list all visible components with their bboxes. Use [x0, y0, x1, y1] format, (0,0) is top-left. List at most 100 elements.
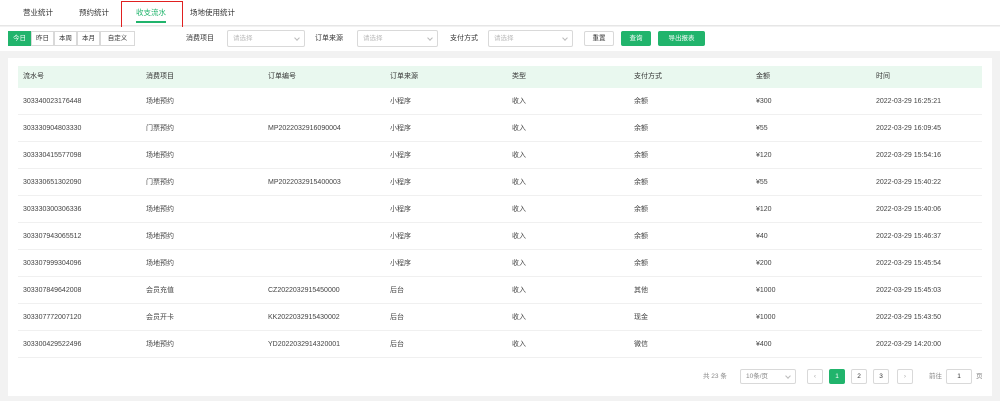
page-2-button[interactable]: 2 — [851, 369, 867, 384]
cell-serial: 303300429522496 — [23, 341, 82, 348]
cell-payment: 余额 — [634, 152, 648, 159]
cell-item: 场地预约 — [146, 260, 174, 267]
cell-time: 2022-03-29 15:46:37 — [876, 233, 941, 240]
order-source-select[interactable]: 请选择 — [357, 30, 438, 47]
cell-source: 小程序 — [390, 233, 411, 240]
cashflow-panel: 流水号 消费项目 订单编号 订单来源 类型 支付方式 金额 时间 3033400… — [8, 58, 992, 396]
table-row: 303340023176448 场地预约 小程序 收入 余额 ¥300 2022… — [18, 88, 982, 115]
table-row: 303307772007120 会员开卡 KK2022032915430002 … — [18, 304, 982, 331]
total-count: 共 23 条 — [703, 373, 727, 380]
cell-type: 收入 — [512, 314, 526, 321]
table-row: 303307943065512 场地预约 小程序 收入 余额 ¥40 2022-… — [18, 223, 982, 250]
chevron-down-icon — [562, 35, 568, 41]
cell-source: 小程序 — [390, 125, 411, 132]
cell-type: 收入 — [512, 233, 526, 240]
cell-payment: 余额 — [634, 260, 648, 267]
consume-item-label: 消费项目 — [186, 35, 214, 42]
order-source-label: 订单来源 — [315, 35, 343, 42]
export-report-button[interactable]: 导出报表 — [658, 31, 705, 46]
goto-page-input[interactable]: 1 — [946, 369, 972, 384]
table-row: 303307849642008 会员充值 CZ2022032915450000 … — [18, 277, 982, 304]
cell-payment: 余额 — [634, 98, 648, 105]
payment-method-select[interactable]: 请选择 — [488, 30, 573, 47]
cell-time: 2022-03-29 14:20:00 — [876, 341, 941, 348]
table-row: 303307999304096 场地预约 小程序 收入 余额 ¥200 2022… — [18, 250, 982, 277]
cell-item: 场地预约 — [146, 98, 174, 105]
prev-page-button[interactable]: ‹ — [807, 369, 823, 384]
cell-type: 收入 — [512, 260, 526, 267]
cell-amount: ¥400 — [756, 341, 772, 348]
tab-business-stats[interactable]: 营业统计 — [23, 6, 53, 20]
cell-payment: 余额 — [634, 179, 648, 186]
cell-time: 2022-03-29 16:25:21 — [876, 98, 941, 105]
cell-serial: 303307849642008 — [23, 287, 82, 294]
cell-payment: 余额 — [634, 125, 648, 132]
page-3-button[interactable]: 3 — [873, 369, 889, 384]
cell-type: 收入 — [512, 341, 526, 348]
cell-payment: 余额 — [634, 206, 648, 213]
cell-amount: ¥120 — [756, 206, 772, 213]
period-yesterday-button[interactable]: 昨日 — [31, 31, 54, 46]
cell-item: 场地预约 — [146, 206, 174, 213]
cell-order-no: CZ2022032915450000 — [268, 287, 340, 294]
consume-item-select[interactable]: 请选择 — [227, 30, 305, 47]
tab-venue-usage-stats[interactable]: 场地使用统计 — [190, 6, 235, 20]
order-source-placeholder: 请选择 — [363, 35, 383, 42]
table-row: 303330904803330 门票预约 MP2022032916090004 … — [18, 115, 982, 142]
page-1-button[interactable]: 1 — [829, 369, 845, 384]
column-header-order-no: 订单编号 — [268, 73, 296, 80]
cell-time: 2022-03-29 15:43:50 — [876, 314, 941, 321]
cell-time: 2022-03-29 15:54:16 — [876, 152, 941, 159]
cell-serial: 303307772007120 — [23, 314, 82, 321]
column-header-serial: 流水号 — [23, 73, 44, 80]
cell-source: 后台 — [390, 314, 404, 321]
page-size-select[interactable]: 10条/页 — [740, 369, 796, 384]
next-page-button[interactable]: › — [897, 369, 913, 384]
cell-item: 门票预约 — [146, 125, 174, 132]
column-header-item: 消费项目 — [146, 73, 174, 80]
cell-item: 场地预约 — [146, 341, 174, 348]
cell-serial: 303330651302090 — [23, 179, 82, 186]
filter-bar: 今日 昨日 本周 本月 自定义 消费项目 请选择 订单来源 请选择 支付方式 请… — [0, 27, 1000, 51]
column-header-type: 类型 — [512, 73, 526, 80]
column-header-payment: 支付方式 — [634, 73, 662, 80]
tab-bar: 营业统计 预约统计 收支流水 场地使用统计 — [0, 0, 1000, 31]
goto-prefix: 前往 — [929, 373, 942, 380]
cell-source: 小程序 — [390, 152, 411, 159]
cell-source: 小程序 — [390, 179, 411, 186]
reset-button[interactable]: 重置 — [584, 31, 614, 46]
cell-amount: ¥40 — [756, 233, 768, 240]
cell-item: 场地预约 — [146, 152, 174, 159]
goto-suffix: 页 — [976, 373, 983, 380]
period-week-button[interactable]: 本周 — [54, 31, 77, 46]
period-month-button[interactable]: 本月 — [77, 31, 100, 46]
cell-payment: 微信 — [634, 341, 648, 348]
cell-type: 收入 — [512, 152, 526, 159]
query-button[interactable]: 查询 — [621, 31, 651, 46]
cell-type: 收入 — [512, 287, 526, 294]
cell-source: 后台 — [390, 341, 404, 348]
cell-item: 会员充值 — [146, 287, 174, 294]
column-header-time: 时间 — [876, 73, 890, 80]
cell-order-no: MP2022032915400003 — [268, 179, 341, 186]
cell-time: 2022-03-29 16:09:45 — [876, 125, 941, 132]
cell-serial: 303307943065512 — [23, 233, 82, 240]
cell-serial: 303330415577098 — [23, 152, 82, 159]
table-row: 303330651302090 门票预约 MP2022032915400003 … — [18, 169, 982, 196]
column-header-source: 订单来源 — [390, 73, 418, 80]
table-row: 303330415577098 场地预约 小程序 收入 余额 ¥120 2022… — [18, 142, 982, 169]
cell-serial: 303330904803330 — [23, 125, 82, 132]
cell-source: 小程序 — [390, 206, 411, 213]
cell-source: 小程序 — [390, 260, 411, 267]
payment-method-label: 支付方式 — [450, 35, 478, 42]
cell-serial: 303340023176448 — [23, 98, 82, 105]
period-today-button[interactable]: 今日 — [8, 31, 31, 46]
payment-method-placeholder: 请选择 — [494, 35, 514, 42]
cell-order-no: KK2022032915430002 — [268, 314, 340, 321]
cell-time: 2022-03-29 15:40:22 — [876, 179, 941, 186]
tab-booking-stats[interactable]: 预约统计 — [79, 6, 109, 20]
cell-amount: ¥1000 — [756, 314, 776, 321]
period-custom-button[interactable]: 自定义 — [100, 31, 135, 46]
cell-payment: 其他 — [634, 287, 648, 294]
cell-amount: ¥200 — [756, 260, 772, 267]
